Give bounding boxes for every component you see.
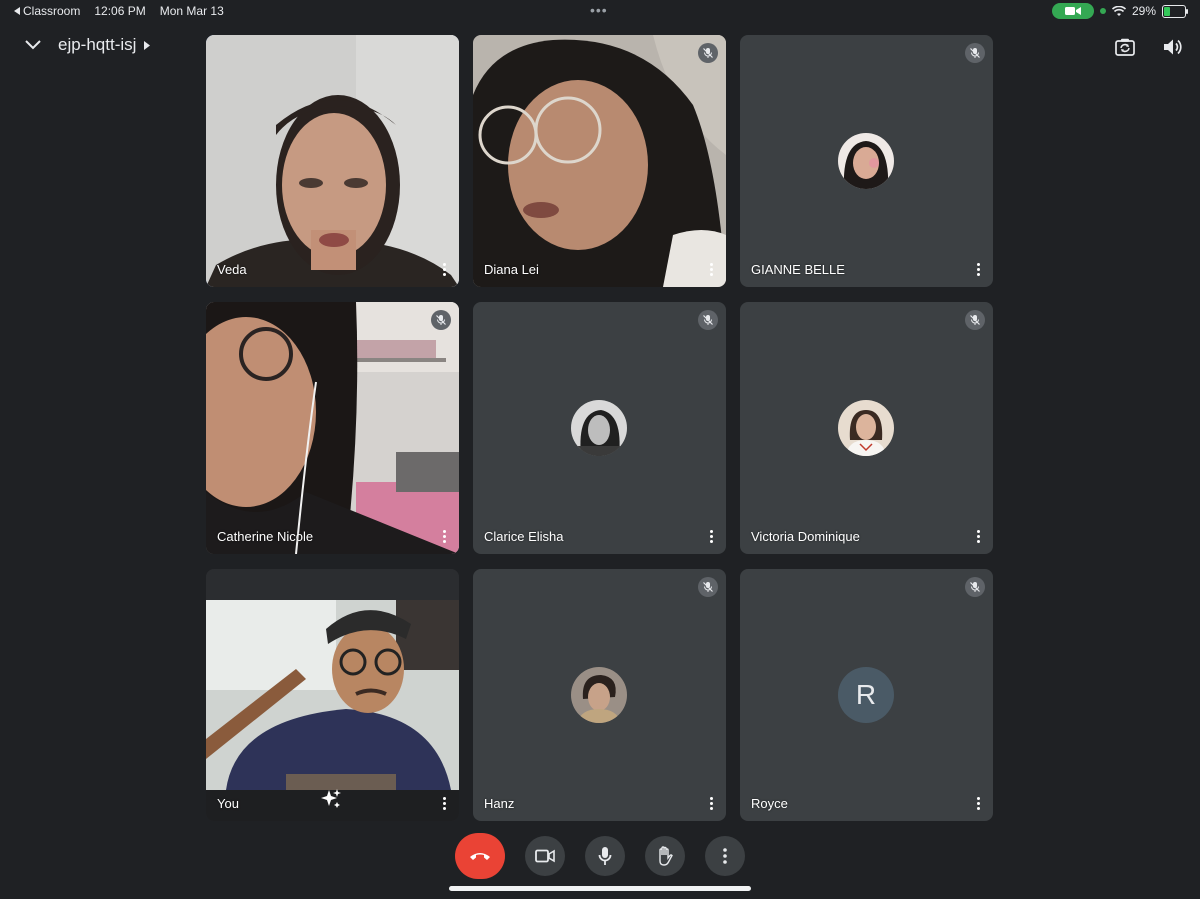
wifi-icon xyxy=(1111,5,1126,16)
participant-name: Diana Lei xyxy=(484,262,539,277)
raise-hand-icon xyxy=(659,846,673,866)
participant-name: Veda xyxy=(217,262,247,277)
battery-icon xyxy=(1162,4,1188,18)
multitask-dots[interactable]: ••• xyxy=(590,2,608,18)
more-options-icon[interactable] xyxy=(702,793,720,813)
collapse-chevron-icon[interactable] xyxy=(22,34,44,56)
date: Mon Mar 13 xyxy=(159,4,224,18)
participant-tile[interactable]: Diana Lei xyxy=(473,35,726,287)
participant-name: Clarice Elisha xyxy=(484,529,564,544)
participant-name: Royce xyxy=(751,796,788,811)
muted-mic-icon xyxy=(965,577,985,597)
caret-right-icon xyxy=(144,40,151,50)
participant-video xyxy=(206,35,459,287)
speaker-icon[interactable] xyxy=(1162,36,1184,58)
microphone-toggle-button[interactable] xyxy=(585,836,625,876)
battery-level xyxy=(1164,6,1170,16)
more-options-icon[interactable] xyxy=(435,793,453,813)
more-options-icon[interactable] xyxy=(435,259,453,279)
participant-video xyxy=(473,35,726,287)
more-options-icon[interactable] xyxy=(702,259,720,279)
battery-percent: 29% xyxy=(1131,4,1156,18)
more-options-button[interactable] xyxy=(705,836,745,876)
muted-mic-icon xyxy=(698,43,718,63)
effects-sparkle-icon[interactable] xyxy=(320,788,342,815)
muted-mic-icon xyxy=(965,43,985,63)
status-bar: Classroom 12:06 PM Mon Mar 13 ••• 29% xyxy=(0,0,1200,22)
microphone-icon xyxy=(598,847,612,865)
avatar xyxy=(838,400,894,456)
more-options-icon[interactable] xyxy=(969,793,987,813)
call-controls xyxy=(455,833,745,879)
camera-icon xyxy=(535,849,555,863)
muted-mic-icon xyxy=(965,310,985,330)
participant-tile[interactable]: R Royce xyxy=(740,569,993,821)
avatar-letter: R xyxy=(838,667,894,723)
participant-tile[interactable]: Hanz xyxy=(473,569,726,821)
meeting-code: ejp-hqtt-isj xyxy=(58,35,137,54)
participant-video xyxy=(206,302,459,554)
more-options-icon[interactable] xyxy=(969,259,987,279)
participant-name: Hanz xyxy=(484,796,515,811)
camera-in-use-indicator xyxy=(1051,3,1094,19)
switch-camera-icon[interactable] xyxy=(1114,36,1136,58)
avatar xyxy=(571,667,627,723)
participant-name: GIANNE BELLE xyxy=(751,262,845,277)
back-arrow-icon xyxy=(14,7,20,15)
more-options-icon[interactable] xyxy=(435,526,453,546)
muted-mic-icon xyxy=(431,310,451,330)
muted-mic-icon xyxy=(698,577,718,597)
privacy-dot xyxy=(1099,8,1106,14)
self-view-tile[interactable]: You xyxy=(206,569,459,821)
meeting-info[interactable]: ejp-hqtt-isj xyxy=(58,35,151,55)
participant-tile[interactable]: Victoria Dominique xyxy=(740,302,993,554)
participant-tile[interactable]: Clarice Elisha xyxy=(473,302,726,554)
more-options-icon xyxy=(723,848,727,864)
home-indicator[interactable] xyxy=(449,886,751,891)
back-app-label: Classroom xyxy=(23,4,81,18)
self-video xyxy=(206,569,459,821)
participant-tile[interactable]: Veda xyxy=(206,35,459,287)
back-to-app[interactable]: Classroom xyxy=(14,4,80,18)
more-options-icon[interactable] xyxy=(702,526,720,546)
raise-hand-button[interactable] xyxy=(645,836,685,876)
participant-tile[interactable]: GIANNE BELLE xyxy=(740,35,993,287)
end-call-button[interactable] xyxy=(455,833,505,879)
participant-name: You xyxy=(217,796,239,811)
participant-tile[interactable]: Catherine Nicole xyxy=(206,302,459,554)
video-camera-icon xyxy=(1064,7,1081,15)
avatar xyxy=(838,133,894,189)
camera-toggle-button[interactable] xyxy=(525,836,565,876)
participant-name: Catherine Nicole xyxy=(217,529,314,544)
muted-mic-icon xyxy=(698,310,718,330)
end-call-icon xyxy=(470,853,490,860)
more-options-icon[interactable] xyxy=(969,526,987,546)
avatar xyxy=(571,400,627,456)
clock: 12:06 PM xyxy=(94,4,146,18)
participant-name: Victoria Dominique xyxy=(751,529,860,544)
